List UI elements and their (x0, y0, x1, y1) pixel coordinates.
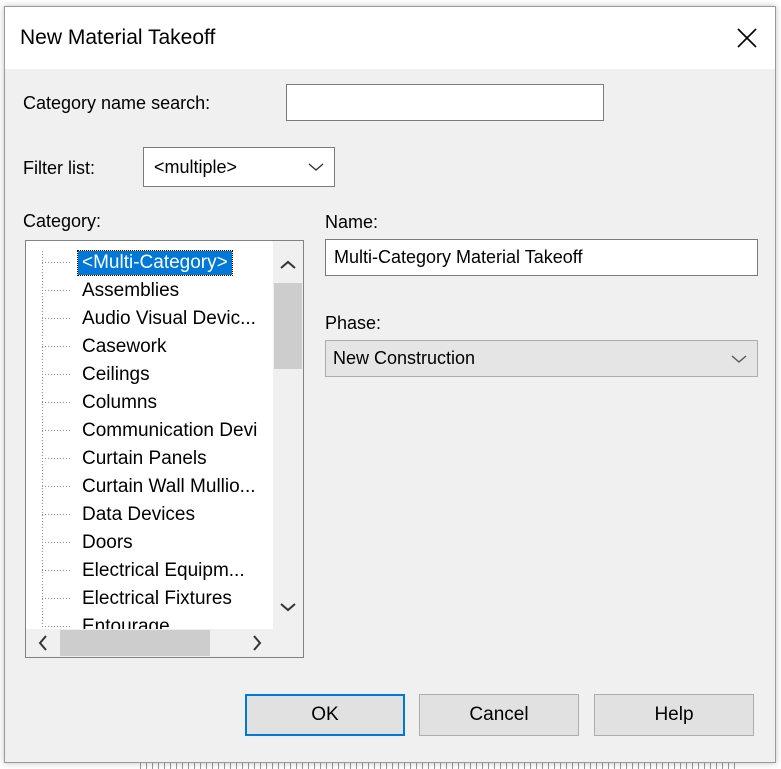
scroll-down-button[interactable] (273, 593, 303, 621)
list-item-label: Entourage (82, 616, 170, 629)
list-item[interactable]: Columns (26, 389, 274, 417)
list-item[interactable]: Curtain Wall Mullio... (26, 473, 274, 501)
list-item[interactable]: <Multi-Category> (26, 249, 274, 277)
list-item[interactable]: Electrical Equipm... (26, 557, 274, 585)
close-button[interactable] (719, 7, 775, 69)
search-label: Category name search: (23, 93, 211, 113)
close-icon (737, 28, 757, 48)
list-item-label: <Multi-Category> (77, 250, 233, 276)
list-item-label: Casework (82, 336, 167, 357)
phase-value: New Construction (333, 348, 476, 368)
list-item-label: Data Devices (82, 504, 195, 525)
list-item-label: Assemblies (82, 280, 180, 301)
list-item-label: Electrical Equipm... (82, 560, 245, 581)
horizontal-scrollbar[interactable] (26, 629, 274, 657)
list-item[interactable]: Curtain Panels (26, 445, 274, 473)
list-item[interactable]: Communication Devi (26, 417, 274, 445)
chevron-down-icon (731, 354, 747, 363)
list-item[interactable]: Ceilings (26, 361, 274, 389)
list-item[interactable]: Doors (26, 529, 274, 557)
list-item-label: Communication Devi (82, 420, 258, 441)
list-item[interactable]: Electrical Fixtures (26, 585, 274, 613)
phase-label: Phase: (325, 313, 382, 333)
category-search-input[interactable] (286, 84, 604, 121)
filter-list-value: <multiple> (154, 156, 238, 177)
ok-button[interactable]: OK (245, 694, 405, 736)
scroll-left-button[interactable] (28, 629, 58, 657)
list-item[interactable]: Casework (26, 333, 274, 361)
scrollbar-corner (273, 629, 303, 657)
name-input[interactable] (325, 239, 758, 276)
scroll-right-button[interactable] (242, 629, 272, 657)
help-button[interactable]: Help (594, 694, 754, 736)
list-item-label: Audio Visual Devic... (82, 308, 256, 329)
category-tree-viewport: <Multi-Category> Assemblies Audio Visual… (26, 241, 274, 629)
horizontal-scroll-thumb[interactable] (60, 630, 210, 656)
chevron-down-icon (280, 603, 296, 612)
list-item-label: Columns (82, 392, 157, 413)
list-item-label: Curtain Panels (82, 448, 207, 469)
list-item-label: Curtain Wall Mullio... (82, 476, 256, 497)
list-item[interactable]: Audio Visual Devic... (26, 305, 274, 333)
category-tree[interactable]: <Multi-Category> Assemblies Audio Visual… (25, 240, 304, 658)
chevron-left-icon (38, 635, 47, 651)
title-bar: New Material Takeoff (5, 7, 775, 69)
category-label: Category: (23, 211, 102, 231)
list-item-label: Doors (82, 532, 133, 553)
dialog-title: New Material Takeoff (20, 26, 216, 49)
vertical-scrollbar[interactable] (273, 241, 303, 629)
list-item[interactable]: Assemblies (26, 277, 274, 305)
chevron-right-icon (253, 635, 262, 651)
chevron-down-icon (308, 163, 324, 171)
filter-list-select[interactable]: <multiple> (143, 147, 335, 187)
name-label: Name: (325, 212, 379, 232)
list-item[interactable]: Entourage (26, 613, 274, 629)
phase-select[interactable]: New Construction (325, 340, 758, 377)
scroll-up-button[interactable] (273, 251, 303, 279)
list-item-label: Ceilings (82, 364, 150, 385)
new-material-takeoff-dialog: New Material Takeoff Category name searc… (4, 6, 776, 763)
list-item[interactable]: Data Devices (26, 501, 274, 529)
list-item-label: Electrical Fixtures (82, 588, 232, 609)
chevron-up-icon (280, 260, 296, 269)
vertical-scroll-thumb[interactable] (274, 283, 302, 369)
filter-label: Filter list: (23, 158, 95, 178)
cancel-button[interactable]: Cancel (419, 694, 579, 736)
